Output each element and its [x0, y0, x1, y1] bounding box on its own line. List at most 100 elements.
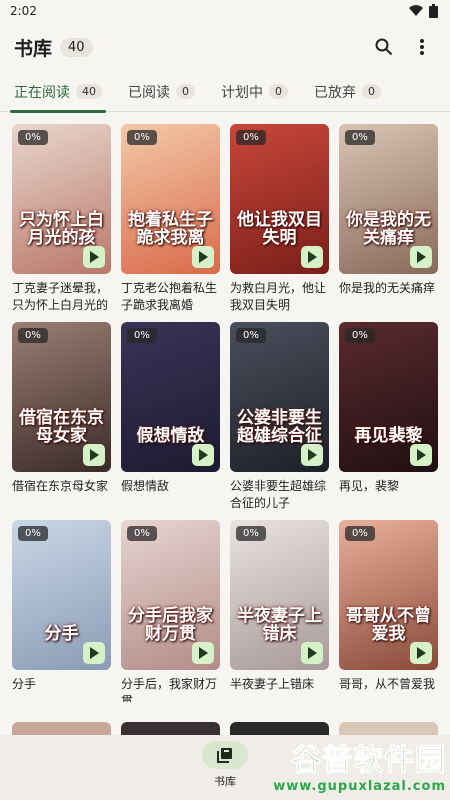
- play-icon: [90, 449, 99, 461]
- continue-reading-button[interactable]: [410, 642, 432, 664]
- tab-count-badge: 0: [176, 84, 195, 99]
- book-title: 假想情敌: [121, 479, 170, 493]
- book-cover[interactable]: 0% 哥哥从不曾爱我: [339, 520, 438, 670]
- book-title: 你是我的无关痛痒: [339, 281, 436, 295]
- search-icon: [375, 38, 393, 56]
- book-title: 丁克老公抱着私生子跪求我离婚: [121, 281, 218, 312]
- continue-reading-button[interactable]: [410, 246, 432, 268]
- battery-icon: [429, 4, 438, 18]
- book-cover[interactable]: 0% 你是我的无关痛痒: [339, 124, 438, 274]
- book-title: 公婆非要生超雄综合征的儿子: [230, 479, 327, 510]
- watermark-title: 谷普软件园: [291, 743, 446, 779]
- book-card[interactable]: 0% 只为怀上白月光的孩丁克妻子迷晕我，只为怀上白月光的孩子: [12, 124, 111, 314]
- book-card[interactable]: 0% 抱着私生子跪求我离丁克老公抱着私生子跪求我离婚: [121, 124, 220, 314]
- search-button[interactable]: [370, 33, 398, 61]
- progress-badge: 0%: [236, 130, 266, 145]
- progress-badge: 0%: [345, 328, 375, 343]
- book-cover[interactable]: 0% 公婆非要生超雄综合征: [230, 322, 329, 472]
- status-time: 2:02: [10, 4, 37, 18]
- progress-badge: 0%: [236, 526, 266, 541]
- tab-dropped[interactable]: 已放弃 0: [310, 72, 385, 112]
- book-cover[interactable]: 0% 抱着私生子跪求我离: [121, 124, 220, 274]
- book-cover[interactable]: 0% 他让我双目失明: [230, 124, 329, 274]
- progress-badge: 0%: [18, 328, 48, 343]
- book-cover-peek: [12, 722, 111, 736]
- continue-reading-button[interactable]: [83, 444, 105, 466]
- book-cover[interactable]: 0% 再见裴黎: [339, 322, 438, 472]
- cover-title-art: 只为怀上白月光的孩: [19, 210, 104, 249]
- book-card[interactable]: 0% 半夜妻子上错床半夜妻子上错床: [230, 520, 329, 702]
- status-bar: 2:02: [0, 0, 450, 22]
- play-icon: [308, 647, 317, 659]
- book-card[interactable]: 0% 公婆非要生超雄综合征公婆非要生超雄综合征的儿子: [230, 322, 329, 512]
- progress-badge: 0%: [236, 328, 266, 343]
- book-cover-peek: [121, 722, 220, 736]
- book-title: 半夜妻子上错床: [230, 677, 315, 691]
- tab-count-badge: 40: [76, 84, 102, 99]
- book-title: 再见，裴黎: [339, 479, 400, 493]
- book-cover-peek: [339, 722, 438, 736]
- progress-badge: 0%: [18, 526, 48, 541]
- progress-badge: 0%: [127, 526, 157, 541]
- continue-reading-button[interactable]: [192, 246, 214, 268]
- continue-reading-button[interactable]: [410, 444, 432, 466]
- book-card[interactable]: 0% 分手后我家财万贯分手后，我家财万贯: [121, 520, 220, 702]
- tab-count-badge: 0: [269, 84, 288, 99]
- book-title: 分手: [12, 677, 37, 691]
- play-icon: [308, 251, 317, 263]
- continue-reading-button[interactable]: [301, 246, 323, 268]
- play-icon: [90, 647, 99, 659]
- cover-title-art: 借宿在东京母女家: [19, 408, 104, 447]
- play-icon: [199, 251, 208, 263]
- status-icons: [409, 4, 438, 18]
- progress-badge: 0%: [345, 130, 375, 145]
- cover-title-art: 公婆非要生超雄综合征: [237, 408, 322, 447]
- book-cover[interactable]: 0% 借宿在东京母女家: [12, 322, 111, 472]
- book-card[interactable]: 0% 哥哥从不曾爱我 哥哥，从不曾爱我: [339, 520, 438, 702]
- continue-reading-button[interactable]: [83, 642, 105, 664]
- book-card[interactable]: 0% 再见裴黎再见，裴黎: [339, 322, 438, 512]
- book-card[interactable]: 0% 你是我的无关痛痒你是我的无关痛痒: [339, 124, 438, 314]
- cover-title-art: 他让我双目失明: [237, 210, 322, 249]
- watermark: 谷普软件园 www.gupuxlazal.com: [221, 735, 446, 795]
- book-cover[interactable]: 0% 分手后我家财万贯: [121, 520, 220, 670]
- book-cover[interactable]: 0% 假想情敌: [121, 322, 220, 472]
- book-title: 为救白月光，他让我双目失明: [230, 281, 327, 312]
- continue-reading-button[interactable]: [192, 642, 214, 664]
- app-bar: 书库 40: [0, 22, 450, 72]
- progress-badge: 0%: [127, 328, 157, 343]
- play-icon: [199, 647, 208, 659]
- book-title: 分手后，我家财万贯: [121, 677, 218, 702]
- book-cover[interactable]: 0% 只为怀上白月光的孩: [12, 124, 111, 274]
- library-count-badge: 40: [60, 37, 93, 57]
- book-card[interactable]: 0% 借宿在东京母女家 借宿在东京母女家: [12, 322, 111, 512]
- book-card[interactable]: 0% 他让我双目失明为救白月光，他让我双目失明: [230, 124, 329, 314]
- more-options-button[interactable]: [408, 33, 436, 61]
- play-icon: [417, 449, 426, 461]
- book-title: 借宿在东京母女家: [12, 479, 109, 493]
- progress-badge: 0%: [127, 130, 157, 145]
- tab-reading[interactable]: 正在阅读 40: [10, 72, 106, 113]
- page-title: 书库: [14, 37, 53, 60]
- tab-read[interactable]: 已阅读 0: [124, 72, 199, 112]
- tab-planned[interactable]: 计划中 0: [217, 72, 292, 112]
- book-card[interactable]: 0% 假想情敌假想情敌: [121, 322, 220, 512]
- continue-reading-button[interactable]: [301, 444, 323, 466]
- continue-reading-button[interactable]: [83, 246, 105, 268]
- progress-badge: 0%: [345, 526, 375, 541]
- book-cover[interactable]: 0% 分手: [12, 520, 111, 670]
- book-title: 丁克妻子迷晕我，只为怀上白月光的孩子: [12, 281, 109, 312]
- book-cover[interactable]: 0% 半夜妻子上错床: [230, 520, 329, 670]
- book-grid: 0% 只为怀上白月光的孩丁克妻子迷晕我，只为怀上白月光的孩子 0% 抱着私生子跪求我离…: [0, 112, 450, 702]
- continue-reading-button[interactable]: [301, 642, 323, 664]
- tab-count-badge: 0: [362, 84, 381, 99]
- wifi-icon: [409, 5, 423, 17]
- play-icon: [417, 647, 426, 659]
- continue-reading-button[interactable]: [192, 444, 214, 466]
- cover-title-art: 哥哥从不曾爱我: [346, 606, 431, 645]
- book-card[interactable]: 0% 分手分手: [12, 520, 111, 702]
- book-cover-peek: [230, 722, 329, 736]
- play-icon: [90, 251, 99, 263]
- shelf-tabs: 正在阅读 40 已阅读 0 计划中 0 已放弃 0: [0, 72, 450, 113]
- cover-title-art: 分手后我家财万贯: [128, 606, 213, 645]
